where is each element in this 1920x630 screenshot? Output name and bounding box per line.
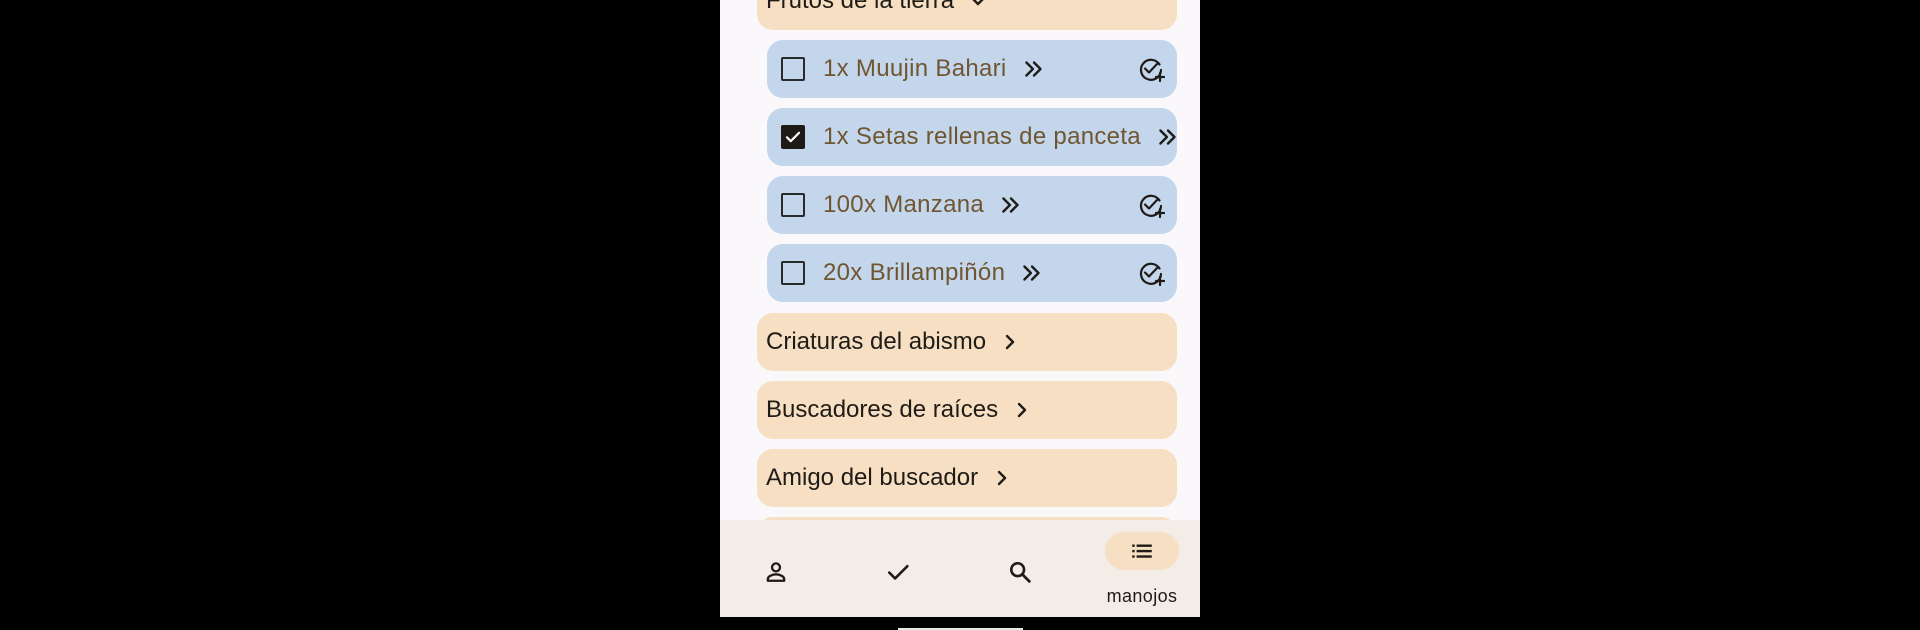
category-header[interactable]: Amigo del buscador bbox=[757, 449, 1177, 507]
add-check-icon[interactable] bbox=[1137, 259, 1165, 287]
nav-item-manojos[interactable] bbox=[1105, 532, 1179, 570]
list-item[interactable]: 100x Manzana bbox=[767, 176, 1177, 234]
category-label: Criaturas del abismo bbox=[766, 328, 987, 355]
person-icon[interactable] bbox=[762, 558, 790, 586]
double-chevron-right-icon[interactable] bbox=[1155, 124, 1177, 150]
item-label: 1x Setas rellenas de panceta bbox=[823, 123, 1141, 150]
double-chevron-right-icon[interactable] bbox=[1021, 56, 1047, 82]
item-label: 1x Muujin Bahari bbox=[823, 55, 1007, 82]
search-icon[interactable] bbox=[1006, 558, 1034, 586]
check-icon bbox=[785, 131, 801, 143]
check-icon[interactable] bbox=[884, 558, 912, 586]
category-label: Amigo del buscador bbox=[766, 464, 979, 491]
bottom-navigation: manojos bbox=[720, 520, 1200, 617]
item-label: 100x Manzana bbox=[823, 191, 985, 218]
app-screen: Frutos de la tierra 1x Muujin Bahari 1x … bbox=[720, 0, 1200, 617]
item-checkbox[interactable] bbox=[781, 261, 805, 285]
chevron-right-icon bbox=[1005, 334, 1015, 350]
double-chevron-right-icon[interactable] bbox=[1019, 260, 1045, 286]
double-chevron-right-icon[interactable] bbox=[998, 192, 1024, 218]
add-check-icon[interactable] bbox=[1137, 191, 1165, 219]
item-checkbox-checked[interactable] bbox=[781, 125, 805, 149]
item-checkbox[interactable] bbox=[781, 57, 805, 81]
nav-label-manojos: manojos bbox=[1106, 586, 1178, 606]
item-label: 20x Brillampiñón bbox=[823, 259, 1006, 286]
chevron-right-icon bbox=[997, 470, 1007, 486]
category-header-expanded[interactable]: Frutos de la tierra bbox=[757, 0, 1177, 30]
list-icon bbox=[1132, 544, 1152, 558]
add-check-icon[interactable] bbox=[1137, 55, 1165, 83]
list-item[interactable]: 20x Brillampiñón bbox=[767, 244, 1177, 302]
category-header[interactable]: Buscadores de raíces bbox=[757, 381, 1177, 439]
chevron-down-icon bbox=[972, 0, 984, 6]
list-item[interactable]: 1x Setas rellenas de panceta bbox=[767, 108, 1177, 166]
item-checkbox[interactable] bbox=[781, 193, 805, 217]
chevron-right-icon bbox=[1017, 402, 1027, 418]
list-item[interactable]: 1x Muujin Bahari bbox=[767, 40, 1177, 98]
category-header[interactable]: Criaturas del abismo bbox=[757, 313, 1177, 371]
category-label: Frutos de la tierra bbox=[766, 0, 955, 14]
category-label: Buscadores de raíces bbox=[766, 396, 999, 423]
